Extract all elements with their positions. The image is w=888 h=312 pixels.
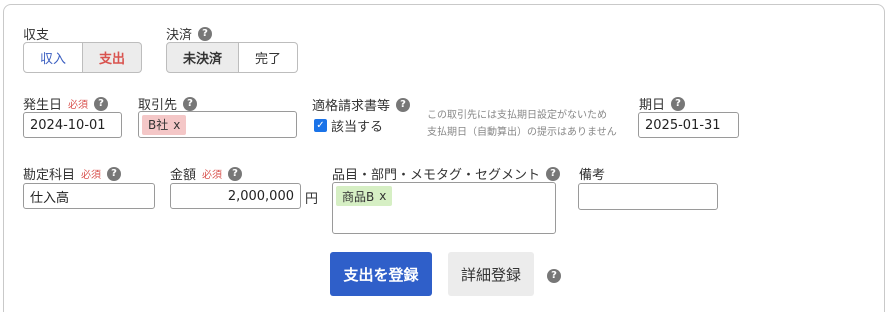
currency-unit: 円 bbox=[305, 192, 319, 207]
help-icon[interactable]: ? bbox=[396, 97, 411, 112]
help-icon[interactable]: ? bbox=[671, 96, 686, 111]
help-icon[interactable]: ? bbox=[183, 96, 198, 111]
remarks-input[interactable] bbox=[578, 183, 718, 210]
amount-label: 金額 必須 ? bbox=[170, 164, 243, 183]
settled-button[interactable]: 完了 bbox=[239, 42, 298, 73]
account-input[interactable]: 仕入高 bbox=[23, 183, 155, 209]
balance-label: 収支 bbox=[23, 28, 50, 43]
due-date-note-line2: 支払期日（自動算出）の提示はありません bbox=[427, 127, 617, 138]
actions-help: ? bbox=[547, 267, 561, 283]
amount-label-text: 金額 bbox=[170, 168, 197, 183]
help-icon[interactable]: ? bbox=[198, 26, 213, 41]
required-badge: 必須 bbox=[68, 100, 89, 111]
due-date-label-text: 期日 bbox=[639, 98, 666, 113]
account-label-text: 勘定科目 bbox=[23, 168, 76, 183]
balance-toggle: 収入 支出 bbox=[23, 42, 142, 73]
partner-tag-label: B社 bbox=[148, 118, 169, 132]
partner-input[interactable]: B社 x bbox=[138, 111, 297, 138]
due-date-note: この取引先には支払期日設定がないため 支払期日（自動算出）の提示はありません bbox=[427, 107, 617, 141]
tag-remove-icon[interactable]: x bbox=[173, 118, 180, 132]
invoice-checkbox-label: 該当する bbox=[331, 120, 384, 135]
tag-remove-icon[interactable]: x bbox=[379, 189, 386, 203]
invoice-checkbox-row[interactable]: ✓ 該当する bbox=[314, 116, 383, 135]
settlement-label-text: 決済 bbox=[166, 28, 193, 43]
checkbox-checked-icon[interactable]: ✓ bbox=[314, 119, 327, 132]
register-expense-button[interactable]: 支出を登録 bbox=[330, 252, 432, 296]
help-icon[interactable]: ? bbox=[547, 269, 561, 283]
required-badge: 必須 bbox=[202, 170, 223, 181]
due-date-label: 期日 ? bbox=[639, 94, 686, 113]
item-input[interactable]: 商品B x bbox=[332, 182, 556, 234]
income-button[interactable]: 収入 bbox=[23, 42, 83, 73]
item-tag-label: 商品B bbox=[342, 189, 375, 204]
detail-register-button[interactable]: 詳細登録 bbox=[448, 252, 534, 296]
account-label: 勘定科目 必須 ? bbox=[23, 164, 122, 183]
item-tag: 商品B x bbox=[336, 186, 393, 206]
settlement-toggle: 未決済 完了 bbox=[166, 42, 298, 73]
item-label-text: 品目・部門・メモタグ・セグメント bbox=[332, 168, 541, 183]
amount-input[interactable]: 2,000,000 bbox=[170, 183, 301, 209]
item-label: 品目・部門・メモタグ・セグメント ? bbox=[332, 164, 561, 183]
issue-date-label: 発生日 必須 ? bbox=[23, 94, 109, 113]
invoice-label-text: 適格請求書等 bbox=[312, 99, 391, 114]
required-badge: 必須 bbox=[81, 170, 102, 181]
issue-date-input[interactable]: 2024-10-01 bbox=[23, 112, 122, 138]
due-date-note-line1: この取引先には支払期日設定がないため bbox=[427, 110, 607, 121]
partner-tag: B社 x bbox=[142, 114, 187, 135]
due-date-input[interactable]: 2025-01-31 bbox=[638, 112, 739, 138]
help-icon[interactable]: ? bbox=[546, 166, 561, 181]
unsettled-button[interactable]: 未決済 bbox=[166, 42, 239, 73]
issue-date-label-text: 発生日 bbox=[23, 98, 63, 113]
help-icon[interactable]: ? bbox=[107, 166, 122, 181]
invoice-label: 適格請求書等 ? bbox=[312, 95, 411, 114]
help-icon[interactable]: ? bbox=[94, 96, 109, 111]
remarks-label: 備考 bbox=[579, 168, 606, 183]
help-icon[interactable]: ? bbox=[228, 166, 243, 181]
expense-button[interactable]: 支出 bbox=[83, 42, 142, 73]
settlement-label: 決済 ? bbox=[166, 24, 213, 43]
